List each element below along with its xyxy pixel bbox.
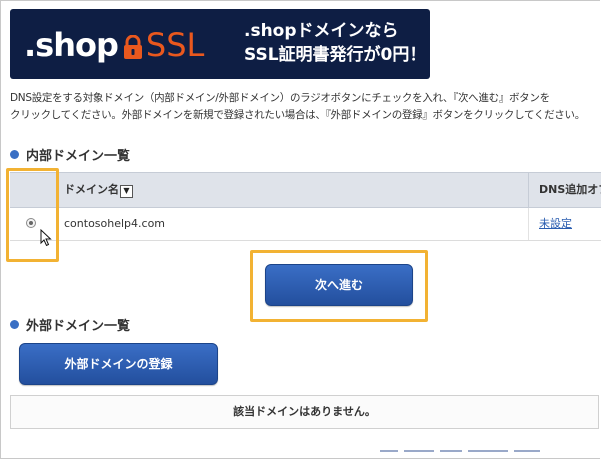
dns-status-cell: 未設定 — [528, 208, 601, 240]
bullet-icon — [10, 150, 19, 159]
banner-promo-text: .shopドメインなら SSL証明書発行が0円！ — [244, 19, 428, 67]
next-button[interactable]: 次へ進む — [265, 264, 413, 306]
shop-ssl-logo: .shop SSL — [24, 25, 204, 65]
logo-ssl-text: SSL — [145, 26, 205, 64]
internal-domain-table: ドメイン名▼ DNS追加オプ contosohelp4.com 未設定 — [10, 172, 601, 241]
external-domain-heading: 外部ドメイン一覧 — [10, 315, 130, 334]
shop-ssl-banner[interactable]: .shop SSL .shopドメインなら SSL証明書発行が0円！ — [10, 9, 430, 79]
footer-links-cutoff — [380, 450, 600, 459]
internal-domain-heading: 内部ドメイン一覧 — [10, 145, 130, 164]
sort-dropdown-icon[interactable]: ▼ — [120, 184, 133, 198]
dns-status-link[interactable]: 未設定 — [539, 217, 572, 230]
radio-highlight-box — [6, 168, 59, 262]
internal-domain-title: 内部ドメイン一覧 — [26, 149, 131, 164]
logo-shop-text: .shop — [24, 26, 119, 64]
register-external-domain-button[interactable]: 外部ドメインの登録 — [19, 343, 218, 385]
instructions-line-1: DNS設定をする対象ドメイン（内部ドメイン/外部ドメイン）のラジオボタンにチェッ… — [10, 92, 550, 104]
table-row: contosohelp4.com 未設定 — [10, 208, 601, 241]
header-domain-name-label: ドメイン名 — [64, 183, 119, 196]
header-domain-name: ドメイン名 ▼ — [64, 173, 133, 207]
bullet-icon — [10, 320, 19, 329]
promo-line-1: .shopドメインなら — [244, 21, 399, 41]
external-domain-title: 外部ドメイン一覧 — [26, 319, 131, 334]
table-header-row: ドメイン名▼ DNS追加オプ — [10, 172, 601, 208]
domain-name-cell: contosohelp4.com — [64, 217, 166, 230]
instructions-line-2: クリックしてください。外部ドメインを新規で登録されたい場合は、『外部ドメインの登… — [10, 109, 585, 121]
lock-icon — [122, 28, 144, 59]
instructions-text: DNS設定をする対象ドメイン（内部ドメイン/外部ドメイン）のラジオボタンにチェッ… — [10, 90, 590, 124]
empty-state-message: 該当ドメインはありません。 — [10, 395, 599, 429]
promo-line-2: SSL証明書発行が0円！ — [244, 45, 427, 65]
header-dns-option: DNS追加オプ — [528, 173, 601, 207]
